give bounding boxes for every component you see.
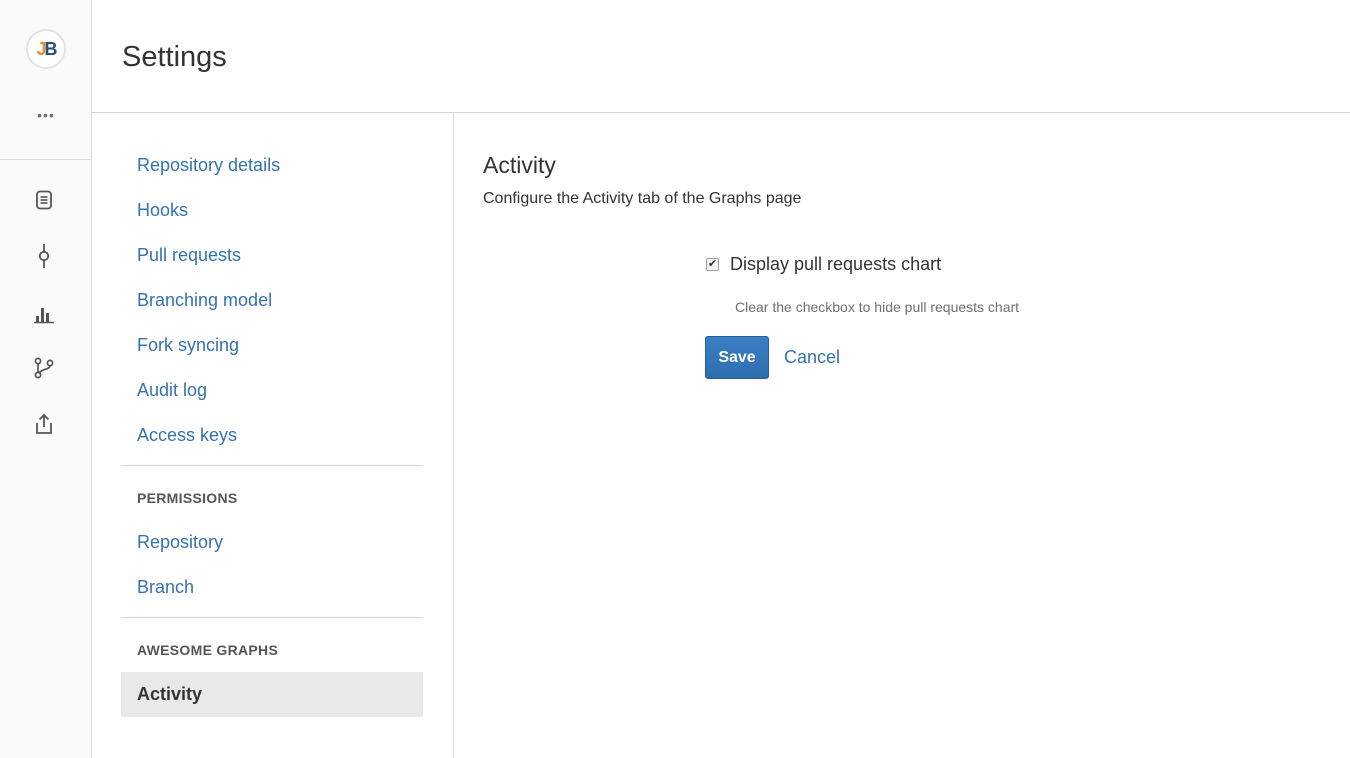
nav-item-fork-syncing[interactable]: Fork syncing — [121, 323, 423, 368]
commits-icon[interactable] — [32, 244, 56, 268]
graphs-icon[interactable] — [32, 302, 56, 326]
nav-item-access-keys[interactable]: Access keys — [121, 413, 423, 458]
avatar-initial-b: B — [44, 38, 58, 59]
nav-item-pull-requests[interactable]: Pull requests — [121, 233, 423, 278]
nav-item-repository[interactable]: Repository — [121, 520, 423, 565]
field-hint: Clear the checkbox to hide pull requests… — [735, 299, 1020, 315]
section-title: Activity — [483, 152, 556, 178]
cancel-link[interactable]: Cancel — [784, 347, 840, 368]
display-chart-option: ✔ Display pull requests chart — [706, 254, 941, 275]
save-button[interactable]: Save — [705, 336, 769, 379]
rail-divider — [0, 159, 91, 160]
form-actions: Save Cancel — [705, 336, 840, 379]
page-title: Settings — [122, 41, 227, 73]
nav-item-branch[interactable]: Branch — [121, 565, 423, 610]
avatar-initial-j: J — [36, 38, 46, 59]
page-header: Settings — [92, 0, 1350, 113]
more-icon[interactable]: ••• — [30, 108, 62, 122]
display-chart-label[interactable]: Display pull requests chart — [730, 254, 941, 275]
nav-item-audit-log[interactable]: Audit log — [121, 368, 423, 413]
content-divider — [453, 113, 454, 758]
source-icon[interactable] — [32, 188, 56, 212]
nav-item-activity[interactable]: Activity — [121, 672, 423, 717]
nav-item-branching-model[interactable]: Branching model — [121, 278, 423, 323]
nav-item-hooks[interactable]: Hooks — [121, 188, 423, 233]
project-avatar[interactable]: JB — [26, 29, 66, 69]
settings-content: Activity Configure the Activity tab of t… — [483, 150, 1323, 379]
sidebar-rail: JB ••• — [0, 0, 92, 758]
settings-nav: Repository details Hooks Pull requests B… — [121, 113, 423, 717]
share-icon[interactable] — [32, 412, 56, 436]
section-description: Configure the Activity tab of the Graphs… — [483, 190, 802, 207]
nav-heading-permissions: PERMISSIONS — [137, 490, 238, 506]
display-chart-checkbox[interactable]: ✔ — [706, 258, 719, 271]
nav-heading-awesome-graphs: AWESOME GRAPHS — [137, 642, 279, 658]
branches-icon[interactable] — [32, 356, 56, 380]
nav-item-repository-details[interactable]: Repository details — [121, 143, 423, 188]
